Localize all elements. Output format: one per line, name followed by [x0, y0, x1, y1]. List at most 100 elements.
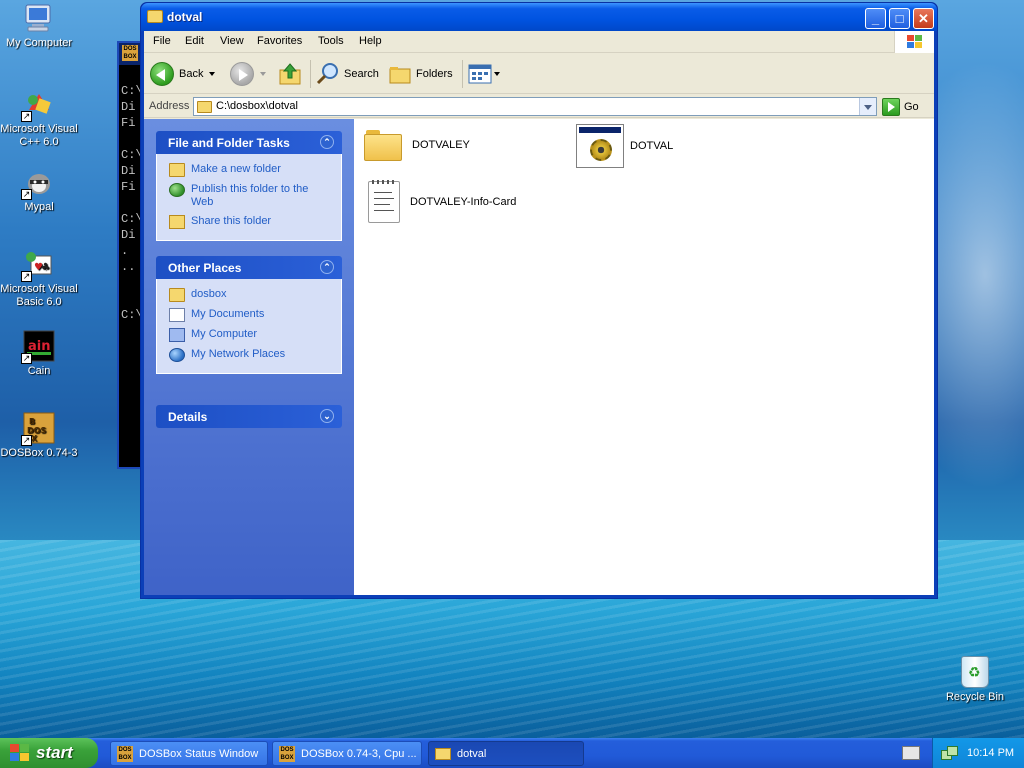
file-name: DOTVAL	[630, 140, 674, 152]
menu-tools[interactable]: Tools	[318, 35, 344, 47]
file-name: DOTVALEY	[412, 139, 470, 151]
file-folder-tasks-panel: File and Folder Tasks ⌃ Make a new folde…	[156, 131, 342, 241]
keyboard-icon	[902, 746, 920, 760]
system-tray: 10:14 PM	[932, 738, 1024, 768]
taskbar-item-dotval[interactable]: dotval	[428, 741, 584, 766]
panel-title: Details	[168, 410, 208, 424]
chevron-down-icon	[864, 105, 872, 110]
file-folder-tasks-header[interactable]: File and Folder Tasks ⌃	[156, 131, 342, 154]
desktop-icon-cain[interactable]: ain ↗ Cain	[0, 330, 79, 378]
clock[interactable]: 10:14 PM	[967, 747, 1014, 759]
close-button[interactable]: ✕	[913, 8, 934, 29]
desktop-icon-recycle-bin[interactable]: Recycle Bin	[940, 656, 1010, 703]
menu-file[interactable]: File	[153, 35, 171, 47]
place-my-documents[interactable]: My Documents	[169, 305, 331, 325]
application-icon	[576, 124, 624, 168]
desktop-icon-mypal[interactable]: ↗ Mypal	[0, 166, 79, 214]
forward-button[interactable]	[230, 60, 266, 88]
shortcut-arrow-icon: ↗	[21, 271, 32, 282]
place-label: My Network Places	[191, 348, 286, 360]
go-button[interactable]: Go	[882, 97, 919, 116]
taskbar-item-label: DOSBox Status Window	[139, 747, 259, 760]
views-icon	[468, 64, 492, 84]
keyboard-layout-tray[interactable]	[900, 744, 922, 762]
search-button[interactable]: Search	[316, 60, 379, 88]
search-icon	[316, 63, 338, 85]
place-my-network-places[interactable]: My Network Places	[169, 345, 331, 365]
desktop-icon-my-computer[interactable]: My Computer	[0, 2, 79, 50]
task-make-new-folder[interactable]: Make a new folder	[169, 160, 331, 180]
task-share-folder[interactable]: Share this folder	[169, 212, 331, 232]
svg-text:♣: ♣	[41, 262, 50, 273]
place-dosbox[interactable]: dosbox	[169, 285, 331, 305]
publish-web-icon	[169, 183, 185, 197]
file-list-view[interactable]: DOTVALEY DOTVAL DOTVALEY-Info-Card	[354, 119, 934, 595]
file-item-text[interactable]: DOTVALEY-Info-Card	[368, 180, 517, 223]
desktop-icon-label: Microsoft Visual C++ 6.0	[0, 123, 78, 148]
go-arrow-icon	[882, 97, 900, 116]
explorer-window[interactable]: dotval _ □ ✕ File Edit View Favorites To…	[140, 2, 938, 599]
start-button[interactable]: start	[0, 738, 98, 768]
folder-icon	[435, 747, 451, 760]
desktop-icon-label: Recycle Bin	[945, 691, 1005, 703]
dosbox-icon: DOS BOX	[279, 745, 295, 762]
collapse-icon[interactable]: ⌃	[320, 260, 334, 274]
task-pane: File and Folder Tasks ⌃ Make a new folde…	[144, 119, 354, 595]
menu-edit[interactable]: Edit	[185, 35, 204, 47]
forward-arrow-icon	[230, 62, 254, 86]
shortcut-arrow-icon: ↗	[21, 189, 32, 200]
folders-button[interactable]: Folders	[388, 60, 453, 88]
views-button[interactable]	[468, 60, 500, 88]
shortcut-arrow-icon: ↗	[21, 353, 32, 364]
chevron-down-icon	[260, 72, 266, 76]
desktop-icon-label: My Computer	[5, 37, 73, 49]
network-connection-icon[interactable]	[941, 746, 958, 760]
cain-icon: ain ↗	[21, 330, 55, 364]
address-dropdown-button[interactable]	[859, 98, 876, 115]
maximize-button[interactable]: □	[889, 8, 910, 29]
visual-cpp-icon: ↗	[21, 88, 55, 122]
collapse-icon[interactable]: ⌃	[320, 135, 334, 149]
address-label: Address	[149, 100, 190, 112]
place-label: My Computer	[191, 328, 258, 340]
desktop-icon-visual-cpp[interactable]: ↗ Microsoft Visual C++ 6.0	[0, 88, 79, 149]
recycle-bin-icon	[961, 656, 989, 688]
menu-view[interactable]: View	[220, 35, 244, 47]
panel-body: dosbox My Documents My Computer My Netwo…	[156, 279, 342, 374]
place-label: My Documents	[191, 308, 265, 320]
back-button[interactable]: Back	[150, 60, 216, 88]
svg-text:X: X	[31, 434, 38, 443]
mypal-icon: ↗	[21, 166, 55, 200]
file-item-application[interactable]: DOTVAL	[576, 124, 673, 168]
menu-bar: File Edit View Favorites Tools Help	[144, 31, 934, 53]
dosbox-icon: B DOS X ↗	[21, 412, 55, 446]
back-label: Back	[179, 68, 204, 80]
up-folder-button[interactable]	[278, 60, 302, 88]
place-my-computer[interactable]: My Computer	[169, 325, 331, 345]
chevron-down-icon	[209, 72, 216, 76]
address-input[interactable]: C:\dosbox\dotval	[193, 97, 877, 116]
desktop-icon-visual-basic[interactable]: ♥ ♣ ↗ Microsoft Visual Basic 6.0	[0, 248, 79, 309]
title-bar[interactable]: dotval _ □ ✕	[141, 3, 937, 31]
menu-favorites[interactable]: Favorites	[257, 35, 302, 47]
menu-help[interactable]: Help	[359, 35, 382, 47]
taskbar-item-dosbox-status[interactable]: DOS BOX DOSBox Status Window	[110, 741, 268, 766]
panel-title: File and Folder Tasks	[168, 136, 290, 150]
taskbar-item-dosbox-cpu[interactable]: DOS BOX DOSBox 0.74-3, Cpu ...	[272, 741, 422, 766]
visual-basic-icon: ♥ ♣ ↗	[21, 248, 55, 282]
folder-icon	[364, 129, 402, 161]
minimize-button[interactable]: _	[865, 8, 886, 29]
file-item-folder[interactable]: DOTVALEY	[364, 129, 470, 161]
shortcut-arrow-icon: ↗	[21, 435, 32, 446]
panel-body: Make a new folder Publish this folder to…	[156, 154, 342, 241]
task-publish-folder[interactable]: Publish this folder to the Web	[169, 180, 331, 212]
svg-text:ain: ain	[28, 339, 50, 354]
file-name: DOTVALEY-Info-Card	[410, 196, 517, 208]
expand-icon[interactable]: ⌄	[320, 409, 334, 423]
new-folder-icon	[169, 163, 185, 177]
desktop-icon-dosbox[interactable]: B DOS X ↗ DOSBox 0.74-3	[0, 412, 79, 460]
chevron-down-icon	[494, 72, 500, 76]
details-header[interactable]: Details ⌄	[156, 405, 342, 428]
other-places-header[interactable]: Other Places ⌃	[156, 256, 342, 279]
svg-text:B: B	[29, 417, 35, 426]
